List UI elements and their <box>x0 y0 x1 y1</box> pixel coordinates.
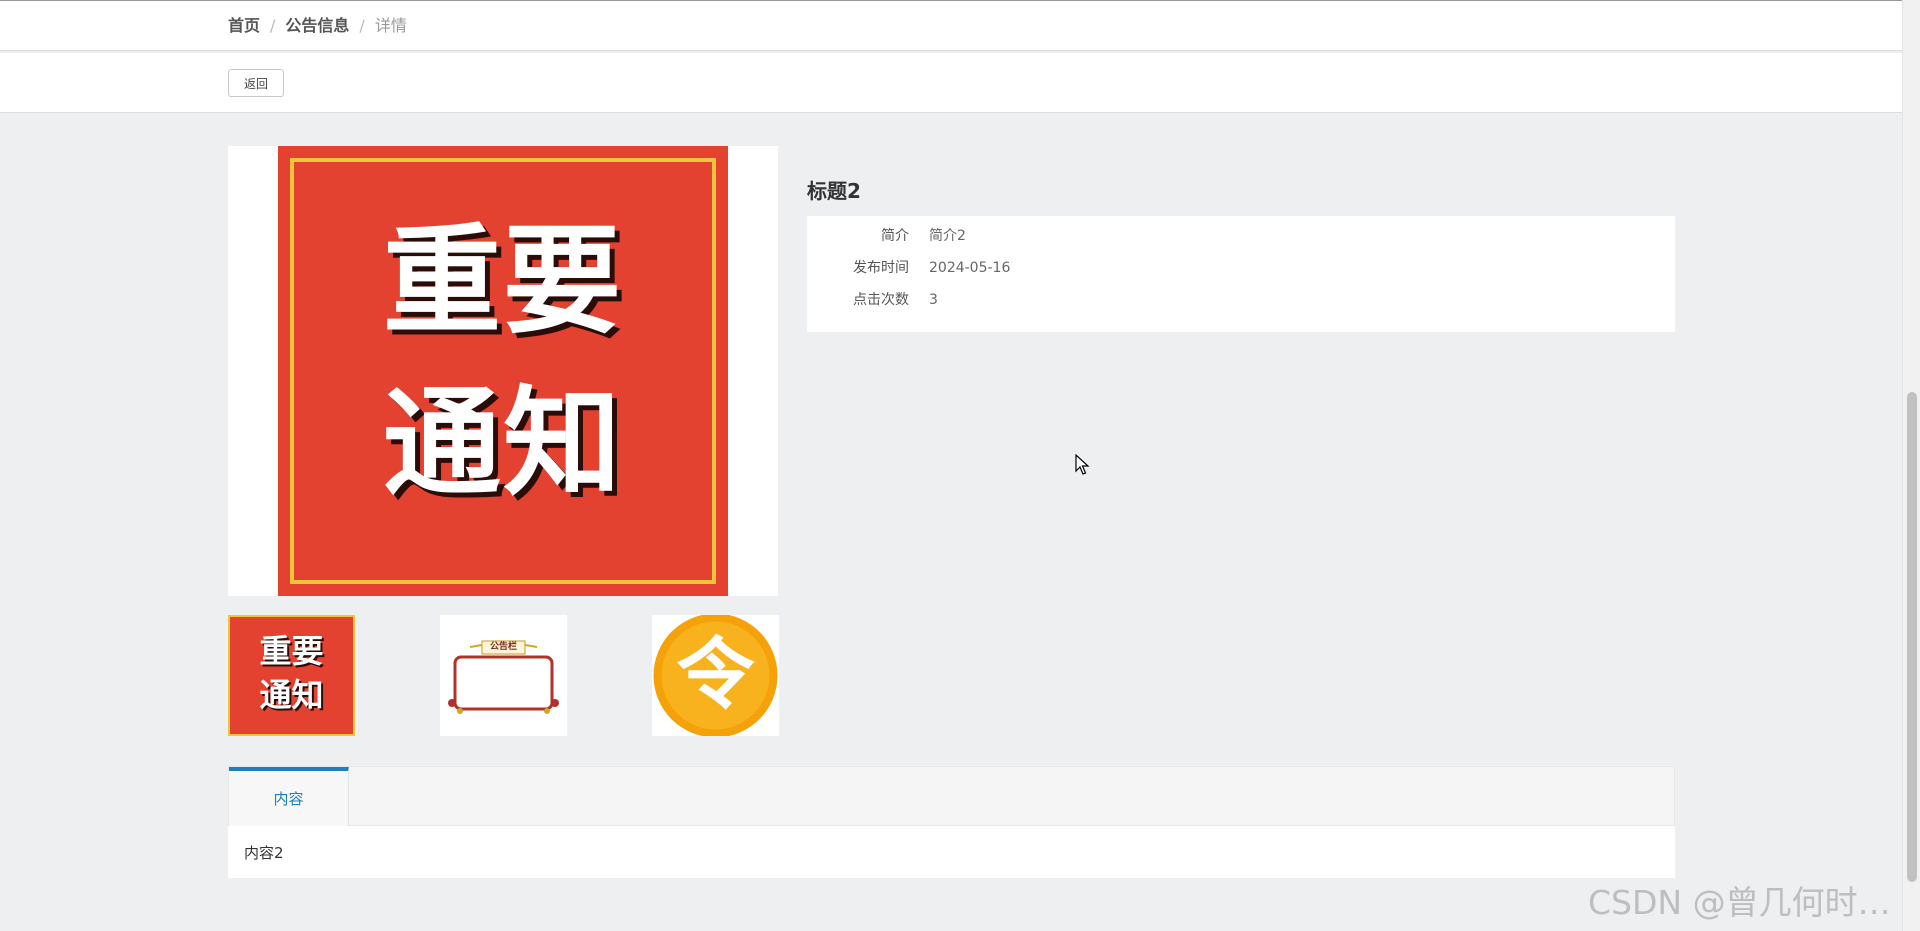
tab-content[interactable]: 内容 <box>229 767 349 827</box>
action-bar: 返回 <box>0 53 1902 113</box>
breadcrumb-bar: 首页 / 公告信息 / 详情 <box>0 0 1902 51</box>
scrollbar[interactable] <box>1902 0 1920 931</box>
tab-strip: 内容 <box>228 766 1675 827</box>
bulletin-board-label: 公告栏 <box>489 642 517 652</box>
breadcrumb-separator: / <box>270 16 276 35</box>
bulletin-board-icon <box>448 640 559 714</box>
info-label: 发布时间 <box>853 260 909 276</box>
breadcrumb-home[interactable]: 首页 <box>228 15 260 37</box>
info-panel: 简介 简介2 发布时间 2024-05-16 点击次数 3 <box>807 216 1675 332</box>
info-value: 3 <box>929 292 938 308</box>
thumbnail-line1: 重要 <box>259 632 324 670</box>
info-row-click-count: 点击次数 3 <box>807 290 1675 310</box>
notice-image-line1: 重要 <box>382 212 623 350</box>
info-row-publish-time: 发布时间 2024-05-16 <box>807 258 1675 278</box>
watermark: CSDN @曾几何时… <box>1588 883 1891 922</box>
content-panel: 内容2 <box>228 826 1675 878</box>
page-title: 标题2 <box>807 179 861 203</box>
thumbnail-order-badge[interactable]: 令 <box>652 615 779 736</box>
thumbnail-line2: 通知 <box>259 676 324 714</box>
breadcrumb: 首页 / 公告信息 / 详情 <box>228 15 407 37</box>
thumbnail-notice[interactable]: 重要 通知 <box>228 615 355 736</box>
notice-image-line2: 通知 <box>382 374 623 512</box>
main-image: 重要 通知 <box>228 146 778 596</box>
info-value: 2024-05-16 <box>929 260 1011 276</box>
breadcrumb-current: 详情 <box>374 16 407 35</box>
notice-image: 重要 通知 <box>278 146 728 596</box>
back-button[interactable]: 返回 <box>228 69 284 97</box>
info-row-summary: 简介 简介2 <box>807 226 1675 246</box>
thumbnail-bulletin-board[interactable]: 公告栏 <box>440 615 567 736</box>
scrollbar-thumb[interactable] <box>1907 392 1917 882</box>
breadcrumb-section[interactable]: 公告信息 <box>285 15 349 37</box>
info-label: 点击次数 <box>853 292 909 308</box>
info-value: 简介2 <box>929 228 966 244</box>
page: 首页 / 公告信息 / 详情 返回 重要 通知 重要 通知 公告栏 令 标题2 … <box>0 0 1920 931</box>
info-label: 简介 <box>881 228 909 244</box>
mouse-cursor-icon <box>1075 454 1090 475</box>
order-badge-glyph: 令 <box>676 630 755 720</box>
breadcrumb-separator: / <box>359 16 365 35</box>
